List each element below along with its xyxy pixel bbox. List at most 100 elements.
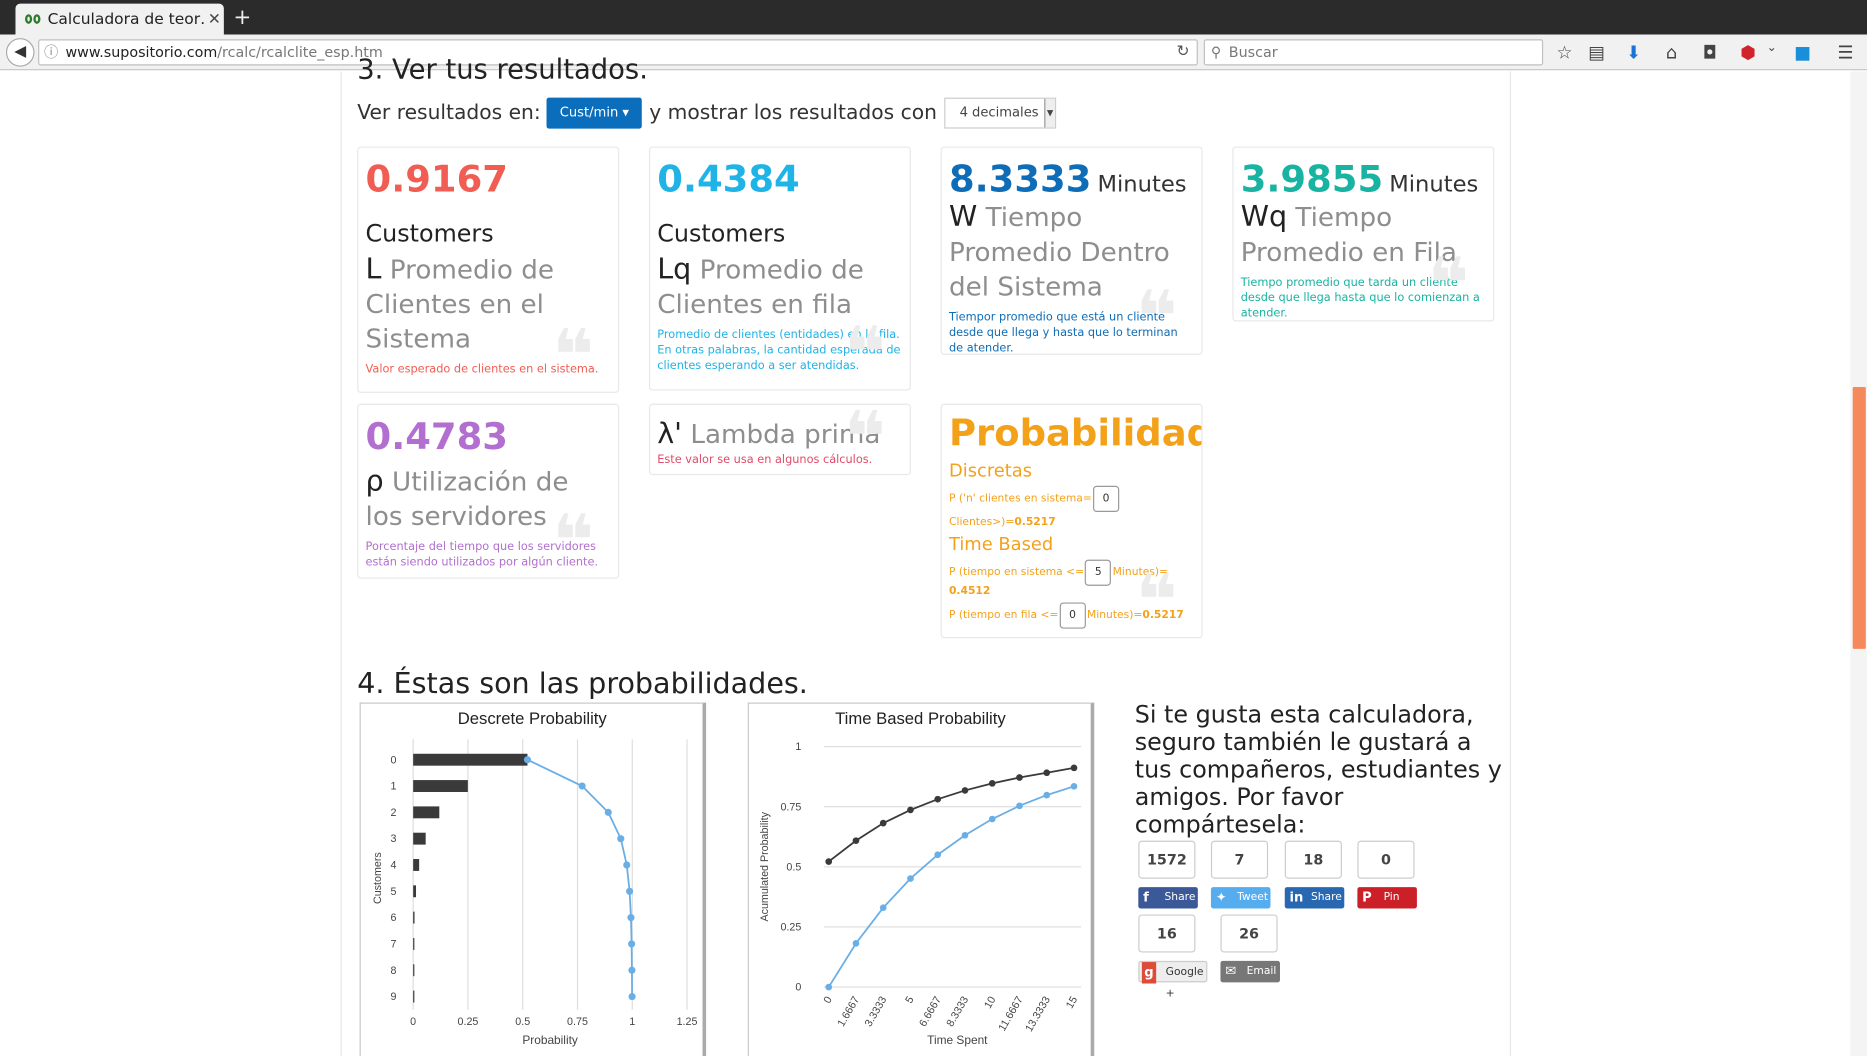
card-rho: ❝ 0.4783 ρ Utilización de los servidores… (357, 403, 620, 579)
time-chart-svg: Time Based Probability 0 0.25 0.5 0.75 1 Acumu… (759, 709, 1082, 1047)
bar (413, 964, 415, 977)
active-tab[interactable]: Calculadora de teor… ✕ (15, 3, 224, 35)
chart-title: Time Based Probability (835, 709, 1006, 728)
x-tick-label: 0 (822, 994, 835, 1005)
x-axis-label: Time Spent (927, 1033, 988, 1047)
series-point-1 (1070, 782, 1078, 790)
view-results-label: Ver resultados en: (357, 101, 541, 126)
adblock-icon[interactable]: ⬢ (1736, 42, 1760, 63)
bookmark-star-icon[interactable]: ☆ (1553, 42, 1577, 63)
twitter-share-label: Tweet (1237, 891, 1269, 904)
email-count: 26 (1220, 914, 1278, 953)
card-Wq: ❝ 3.9855 Minutes Wq Tiempo Promedio en F… (1232, 146, 1495, 322)
prob-discrete-input[interactable]: 0 (1093, 485, 1120, 512)
prob-queue-input[interactable]: 0 (1059, 602, 1086, 629)
y-axis-label: Acumulated Probability (759, 811, 771, 921)
tab-bar: Calculadora de teor… ✕ + (0, 0, 1867, 35)
google-share-label: Google + (1165, 966, 1204, 1001)
decimals-value: 4 decimales (959, 104, 1039, 121)
download-icon[interactable]: ⬇ (1622, 42, 1646, 63)
bar (413, 937, 415, 950)
google-share-button[interactable]: g Google + (1138, 960, 1208, 1000)
twitter-share-button[interactable]: ✦ Tweet (1210, 887, 1271, 909)
cumulative-point (627, 914, 635, 922)
y-tick-label: 0.25 (780, 922, 801, 934)
results-options: Ver resultados en: Cust/min ▾ y mostrar … (357, 97, 1057, 129)
x-tick-label: 0.5 (515, 1016, 530, 1028)
card-Wq-symbol: Wq (1240, 200, 1288, 234)
card-lambda: ❝ λ' Lambda prima Este valor se usa en a… (648, 403, 911, 476)
cumulative-point (617, 835, 625, 843)
email-share-button[interactable]: ✉ Email (1220, 960, 1280, 983)
y-tick-label: 0 (391, 754, 397, 766)
prob-discrete-suffix: Clientes>)= (948, 516, 1015, 529)
linkedin-share-button[interactable]: in Share (1284, 887, 1345, 909)
back-button[interactable]: ◀ (5, 38, 35, 67)
search-placeholder: Buscar (1228, 44, 1278, 61)
facebook-count: 1572 (1138, 840, 1196, 879)
site-info-icon[interactable]: ⓘ (44, 40, 58, 64)
bar (413, 911, 415, 924)
card-Lq-unit: Customers (657, 219, 786, 248)
card-Lq: ❝ 0.4384 Customers Lq Promedio de Client… (648, 146, 911, 391)
y-axis-label: Customers (372, 852, 384, 904)
x-tick-label: 0.25 (458, 1016, 479, 1028)
new-tab-button[interactable]: + (233, 5, 251, 30)
series-point-1 (961, 831, 969, 839)
facebook-share-label: Share (1164, 891, 1196, 904)
select-arrow-icon: ▼ (1044, 98, 1055, 128)
share-message: Si te gusta esta calculadora, seguro tam… (1134, 700, 1502, 839)
skype-icon[interactable]: ■ (1791, 42, 1815, 63)
unit-dropdown-button[interactable]: Cust/min ▾ (546, 97, 643, 129)
reading-list-icon[interactable]: ▤ (1585, 42, 1609, 63)
series-point-0 (988, 780, 996, 787)
prob-discrete-label: Discretas (948, 459, 1033, 482)
bar (413, 780, 468, 792)
linkedin-count: 18 (1284, 840, 1342, 879)
card-W: ❝ 8.3333 Minutes W Tiempo Promedio Dentr… (940, 146, 1203, 355)
google-plus-icon: g (1141, 962, 1157, 984)
navigation-bar: ◀ ⓘ www.supositorio.com/rcalc/rcalclite_… (0, 34, 1867, 71)
content-border-left (340, 71, 342, 1056)
reload-icon[interactable]: ↻ (1177, 40, 1190, 64)
card-Lq-value: 0.4384 (657, 158, 800, 202)
cumulative-point (523, 756, 532, 764)
card-watermark: ❝ (552, 314, 595, 393)
prob-system-value: 0.4512 (948, 585, 991, 598)
y-tick-label: 0.5 (786, 861, 801, 873)
section-4-heading: 4. Éstas son las probabilidades. (357, 666, 808, 701)
card-watermark: ❝ (1135, 559, 1178, 639)
prob-title: Probabilidades (948, 411, 1201, 455)
card-W-symbol: W (948, 200, 978, 234)
menu-icon[interactable]: ☰ (1834, 42, 1858, 63)
card-rho-symbol: ρ (365, 464, 384, 498)
bar (413, 990, 415, 1003)
chevron-down-icon[interactable]: ⌄ (1760, 42, 1784, 55)
card-W-unit: Minutes (1097, 171, 1187, 198)
series-point-1 (825, 983, 833, 991)
facebook-share-button[interactable]: f Share (1138, 887, 1198, 909)
prob-system-input[interactable]: 5 (1085, 559, 1112, 586)
series-line-1 (827, 785, 1075, 988)
pocket-icon[interactable]: ◘ (1698, 42, 1722, 63)
home-icon[interactable]: ⌂ (1660, 42, 1684, 63)
cumulative-point (623, 861, 631, 869)
time-chart: Time Based Probability 0 0.25 0.5 0.75 1 Acumu… (747, 702, 1095, 1056)
x-tick-label: 5 (903, 994, 916, 1005)
email-icon: ✉ (1225, 963, 1237, 979)
y-tick-label: 4 (391, 860, 397, 872)
pinterest-share-button[interactable]: P Pin (1357, 887, 1417, 909)
x-tick-label: 1.6667 (835, 994, 862, 1028)
close-tab-icon[interactable]: ✕ (205, 10, 224, 28)
series-point-0 (1070, 764, 1078, 772)
y-tick-label: 2 (391, 807, 397, 819)
search-input[interactable]: ⚲ Buscar (1203, 39, 1544, 66)
scrollbar-thumb[interactable] (1852, 386, 1866, 649)
y-tick-label: 0 (795, 982, 801, 994)
cumulative-point (578, 782, 586, 790)
prob-queue-prefix: P (tiempo en fila <= (948, 609, 1059, 622)
cumulative-point (628, 966, 636, 974)
y-tick-label: 6 (391, 912, 397, 924)
decimals-select[interactable]: 4 decimales ▼ (944, 97, 1057, 129)
cumulative-line (527, 758, 633, 997)
